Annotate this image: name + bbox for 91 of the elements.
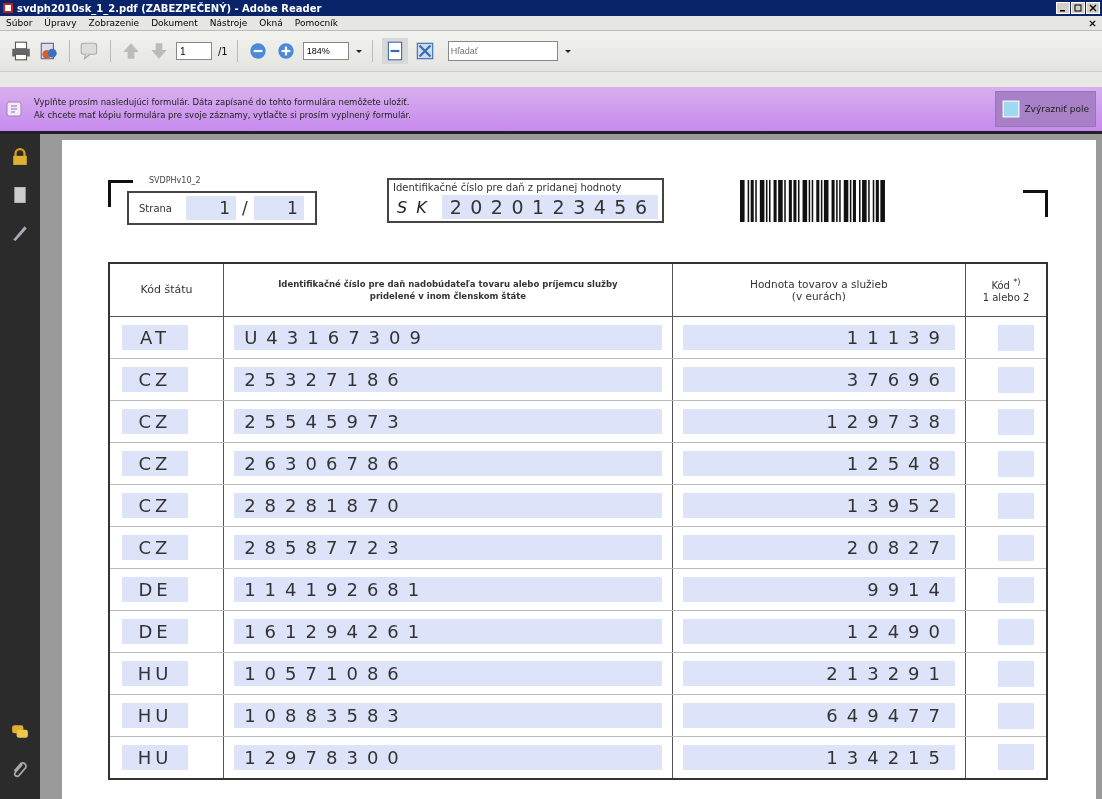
single-page-icon[interactable] <box>381 38 408 64</box>
country-code-field[interactable]: AT <box>122 325 188 350</box>
notification-text: Vyplňte prosím nasledujúci formulár. Dáta zapísané do tohto formulára nemôžete uložiť. <box>34 96 411 109</box>
paperclip-icon[interactable] <box>11 761 29 779</box>
menu-item[interactable]: Pomocník <box>294 18 339 28</box>
form-code: SVDPHv10_2 <box>149 176 202 185</box>
value-field[interactable]: 12490 <box>682 619 955 644</box>
tax-id-field[interactable]: 2020123456 <box>441 195 658 219</box>
country-prefix: SK <box>396 197 436 217</box>
menu-item[interactable]: Súbor <box>6 18 33 28</box>
vat-id-field[interactable]: 25327186 <box>234 367 662 392</box>
code-field[interactable] <box>998 534 1034 561</box>
speech-bubble-icon[interactable] <box>11 723 29 741</box>
notification-text: Ak chcete mať kópiu formulára pre svoje záznamy, vytlačte si prosím vyplnený formulár. <box>34 109 411 122</box>
vat-id-field[interactable]: 10883583 <box>234 703 662 728</box>
value-field[interactable]: 213291 <box>682 661 955 686</box>
value-field[interactable]: 649477 <box>682 703 955 728</box>
maximize-icon <box>1073 4 1083 12</box>
lock-icon[interactable] <box>11 148 29 166</box>
highlight-fields-button[interactable]: Zvýrazniť pole <box>995 91 1096 127</box>
code-field[interactable] <box>998 576 1034 603</box>
vat-id-field[interactable]: U43167309 <box>234 325 662 350</box>
code-field[interactable] <box>998 366 1034 393</box>
country-code-field[interactable]: CZ <box>122 493 188 518</box>
value-field[interactable]: 129738 <box>682 409 955 434</box>
country-code-field[interactable]: HU <box>122 703 188 728</box>
value-field[interactable]: 9914 <box>682 577 955 602</box>
window-title: svdph2010sk_1_2.pdf (ZABEZPEČENÝ) - Adobe Reader <box>17 2 322 14</box>
page-field[interactable]: 1 <box>186 196 236 220</box>
code-field[interactable] <box>998 492 1034 519</box>
value-field[interactable]: 13952 <box>682 493 955 518</box>
column-header: Kód štátu <box>109 263 224 317</box>
vat-id-field[interactable]: 28587723 <box>234 535 662 560</box>
value-field[interactable]: 12548 <box>682 451 955 476</box>
menu-item[interactable]: Nástroje <box>209 18 248 28</box>
highlight-icon <box>1002 100 1021 118</box>
code-field[interactable] <box>998 618 1034 645</box>
vat-id-field[interactable]: 25545973 <box>234 409 662 434</box>
page-count: /1 <box>218 45 228 57</box>
close-icon[interactable] <box>1089 19 1096 27</box>
value-field[interactable]: 11139 <box>682 325 955 350</box>
code-field[interactable] <box>998 744 1034 771</box>
page-number-field[interactable]: 1 <box>176 42 212 60</box>
search-field[interactable]: Hľadať <box>447 41 558 61</box>
page-total-field[interactable]: 1 <box>253 196 304 220</box>
vat-id-field[interactable]: 28281870 <box>234 493 662 518</box>
vat-id-field[interactable]: 26306786 <box>234 451 662 476</box>
email-icon[interactable] <box>38 40 60 62</box>
country-code-field[interactable]: CZ <box>122 367 188 392</box>
country-code-field[interactable]: DE <box>122 577 188 602</box>
maximize-button[interactable] <box>1071 2 1085 14</box>
corner-mark <box>108 180 133 207</box>
menu-item[interactable]: Okná <box>259 18 283 28</box>
code-field[interactable] <box>998 660 1034 687</box>
column-header: Hodnota tovarov a služieb (v eurách) <box>672 263 966 317</box>
page-separator: / <box>242 198 248 218</box>
country-code-field[interactable]: CZ <box>122 451 188 476</box>
value-field[interactable]: 37696 <box>682 367 955 392</box>
tax-id-label: Identifikačné číslo pre daň z pridanej hodnoty <box>393 182 623 193</box>
value-field[interactable]: 20827 <box>682 535 955 560</box>
vat-id-field[interactable]: 114192681 <box>234 577 662 602</box>
zoom-field[interactable]: 184% <box>302 42 349 60</box>
page-label: Strana <box>139 202 172 214</box>
close-button[interactable] <box>1086 2 1100 14</box>
code-field[interactable] <box>998 450 1034 477</box>
value-field[interactable]: 134215 <box>682 744 955 770</box>
country-code-field[interactable]: CZ <box>122 535 188 560</box>
vat-id-field[interactable]: 12978300 <box>234 744 662 770</box>
vat-id-field[interactable]: 10571086 <box>234 661 662 686</box>
country-code-field[interactable]: CZ <box>122 409 188 434</box>
printer-icon[interactable] <box>10 40 32 62</box>
country-code-field[interactable]: DE <box>122 619 188 644</box>
code-field[interactable] <box>998 408 1034 435</box>
form-icon <box>6 101 22 117</box>
document-icon <box>2 2 14 14</box>
menu-item[interactable]: Úpravy <box>44 18 77 28</box>
code-field[interactable] <box>998 324 1034 351</box>
caret-icon[interactable] <box>563 47 572 55</box>
vat-id-field[interactable]: 161294261 <box>234 619 662 644</box>
minimize-button[interactable] <box>1056 2 1070 14</box>
corner-mark <box>1023 190 1048 217</box>
page-icon[interactable] <box>11 186 29 204</box>
country-code-field[interactable]: HU <box>122 744 188 770</box>
menu-item[interactable]: Dokument <box>151 18 198 28</box>
column-header: Identifikačné číslo pre daň nadobúdateľa tovaru alebo príjemcu služby pridelené v inom členskom štáte <box>223 263 673 317</box>
close-icon <box>1088 4 1098 12</box>
caret-icon[interactable] <box>354 47 363 55</box>
code-field[interactable] <box>998 702 1034 729</box>
country-code-field[interactable]: HU <box>122 661 188 686</box>
pen-icon[interactable] <box>11 224 29 242</box>
menu-item[interactable]: Zobrazenie <box>88 18 140 28</box>
